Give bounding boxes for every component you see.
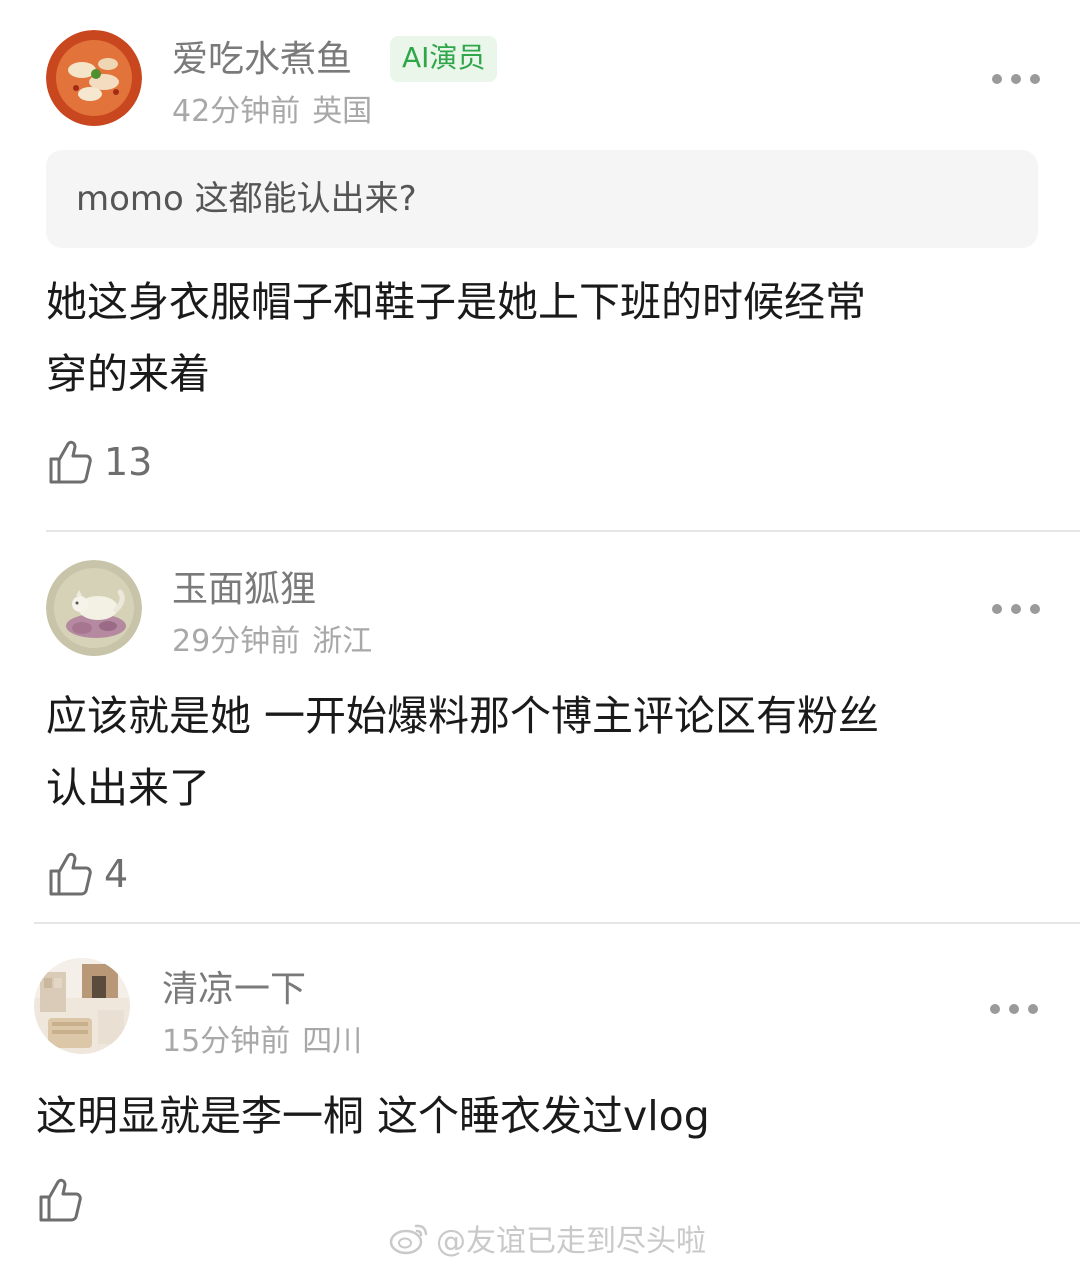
- comment-text: 这明显就是李一桐 这个睡衣发过vlog: [36, 1080, 1046, 1152]
- username[interactable]: 玉面狐狸: [172, 568, 316, 612]
- timestamp: 29分钟前: [172, 624, 301, 659]
- actor-badge: AI演员: [390, 36, 498, 82]
- username[interactable]: 爱吃水煮鱼: [172, 38, 352, 82]
- comment-meta: 15分钟前 四川: [162, 1024, 362, 1060]
- comment-1: 爱吃水煮鱼 AI演员 42分钟前 英国 momo 这都能认出来? 她这身衣服帽子和…: [0, 0, 1080, 530]
- timestamp: 42分钟前: [172, 94, 301, 129]
- more-dots-icon[interactable]: [992, 72, 1040, 86]
- comment-text: 应该就是她 一开始爆料那个博主评论区有粉丝 认出来了: [46, 680, 1056, 824]
- comment-text-line: 她这身衣服帽子和鞋子是她上下班的时候经常: [46, 278, 866, 326]
- comment-meta: 42分钟前 英国: [172, 94, 372, 130]
- thumbs-up-icon: [49, 440, 92, 484]
- comment-text-line: 认出来了: [46, 764, 210, 812]
- comment-text-line: 应该就是她 一开始爆料那个博主评论区有粉丝: [46, 692, 880, 740]
- watermark: @友谊已走到尽头啦: [388, 1216, 706, 1260]
- comment-text-line: 这明显就是李一桐 这个睡衣发过vlog: [36, 1092, 710, 1140]
- like-button[interactable]: [38, 1176, 94, 1224]
- location: 浙江: [312, 624, 373, 659]
- avatar[interactable]: [46, 560, 142, 656]
- thumbs-up-icon: [49, 852, 92, 896]
- quoted-reply: momo 这都能认出来?: [46, 150, 1038, 248]
- location: 四川: [302, 1024, 363, 1059]
- like-count: 13: [104, 440, 153, 484]
- comment-text-line: 穿的来着: [46, 350, 210, 398]
- like-count: 4: [104, 852, 129, 896]
- avatar[interactable]: [34, 958, 130, 1054]
- comment-2: 玉面狐狸 29分钟前 浙江 应该就是她 一开始爆料那个博主评论区有粉丝 认出来了 …: [0, 530, 1080, 922]
- more-dots-icon[interactable]: [990, 1002, 1038, 1016]
- comment-3: 清凉一下 15分钟前 四川 这明显就是李一桐 这个睡衣发过vlog: [0, 922, 1080, 1265]
- avatar[interactable]: [46, 30, 142, 126]
- timestamp: 15分钟前: [162, 1024, 291, 1059]
- location: 英国: [312, 94, 373, 129]
- thumbs-up-icon: [39, 1178, 82, 1222]
- watermark-text: @友谊已走到尽头啦: [436, 1224, 706, 1259]
- comment-text: 她这身衣服帽子和鞋子是她上下班的时候经常 穿的来着: [46, 266, 1056, 410]
- comment-meta: 29分钟前 浙江: [172, 624, 372, 660]
- username[interactable]: 清凉一下: [162, 968, 306, 1012]
- like-button[interactable]: 13: [48, 438, 152, 486]
- like-button[interactable]: 4: [48, 850, 128, 898]
- weibo-logo-icon: [389, 1224, 428, 1255]
- more-dots-icon[interactable]: [992, 602, 1040, 616]
